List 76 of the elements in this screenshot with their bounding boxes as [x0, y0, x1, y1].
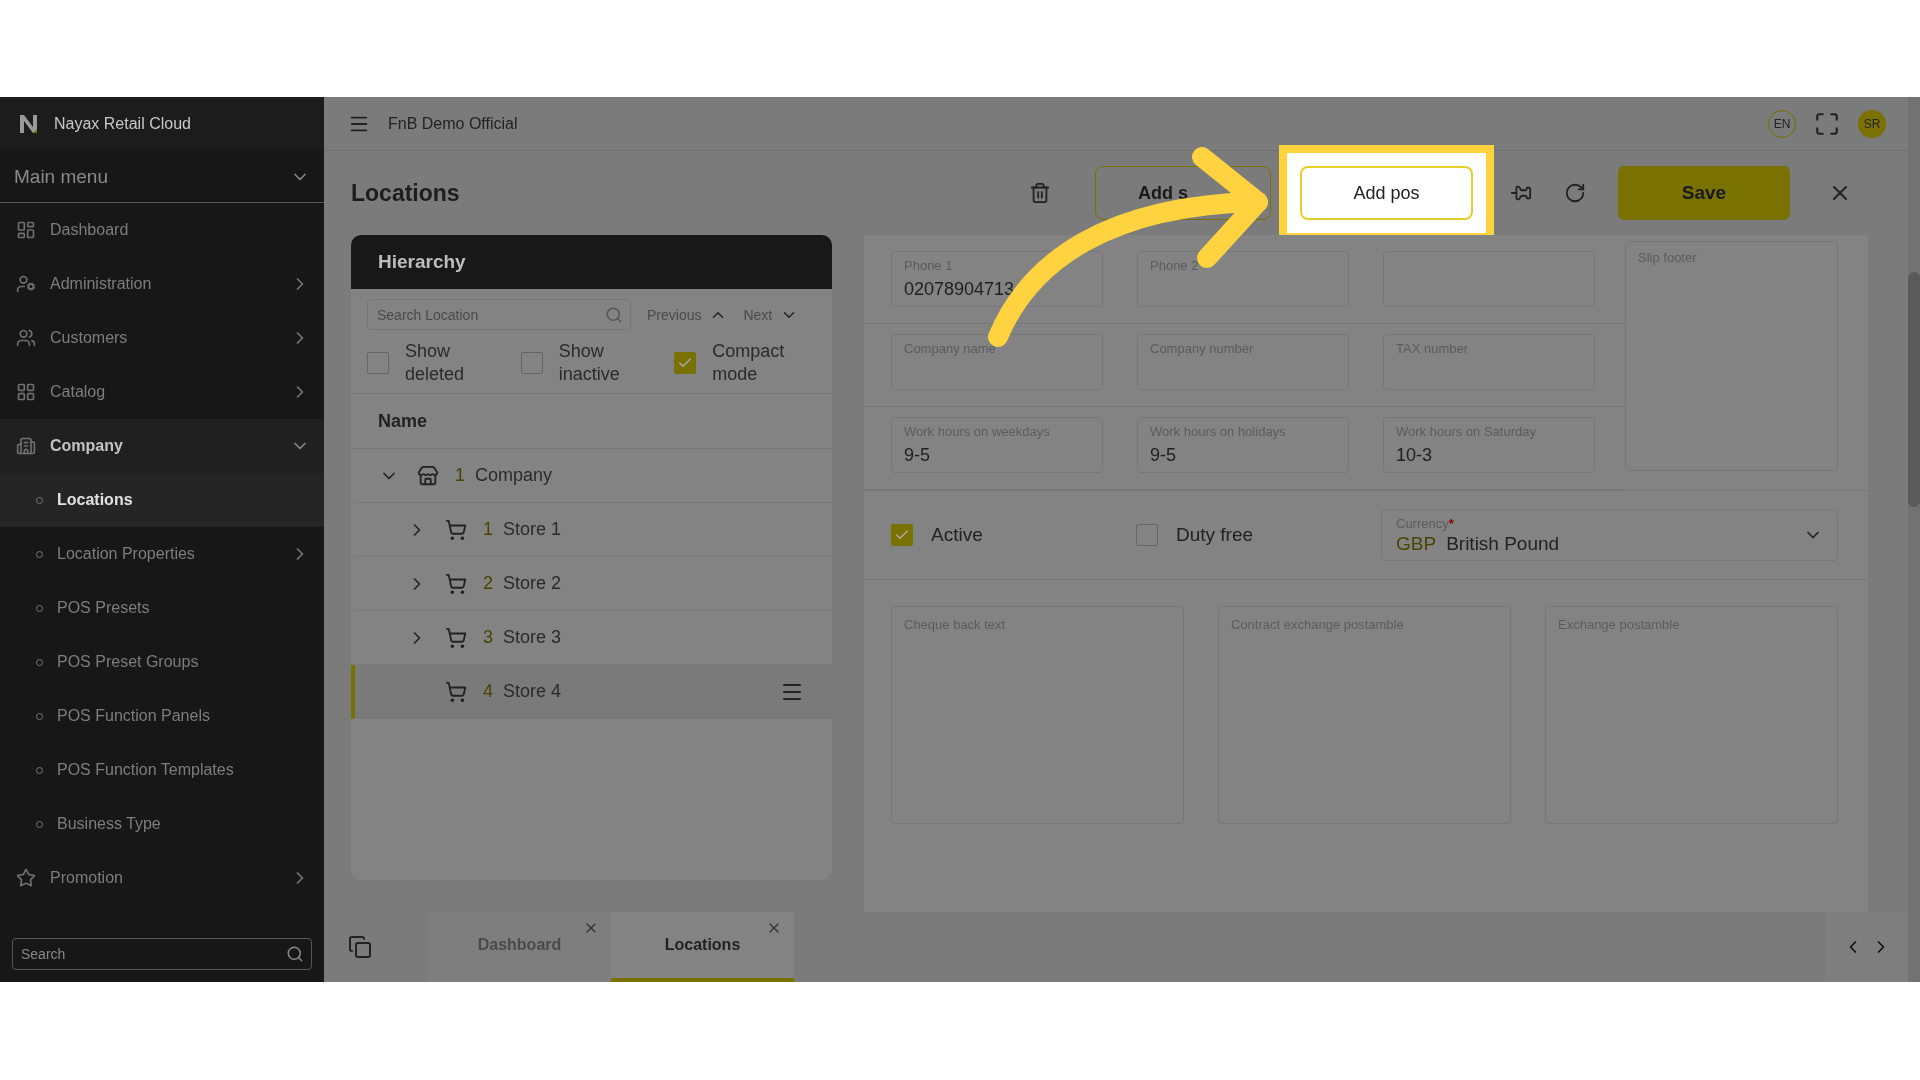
sidebar-item[interactable]: Company [0, 419, 324, 473]
tree-label: 2 Store 2 [483, 573, 563, 594]
gear-person-icon [16, 274, 36, 294]
tree-label: 4 Store 4 [483, 681, 563, 702]
sidebar-item[interactable]: Customers [0, 311, 324, 365]
sidebar-item[interactable]: POS Preset Groups [0, 635, 324, 689]
panel-title: Hierarchy [351, 235, 832, 289]
tree-row[interactable]: 4 Store 4 [351, 665, 832, 719]
star-icon [16, 868, 36, 888]
cart-icon [445, 626, 467, 649]
sidebar-item[interactable]: POS Presets [0, 581, 324, 635]
checkbox[interactable] [1136, 524, 1158, 546]
cart-icon [445, 572, 467, 595]
sidebar-label: Administration [50, 275, 153, 293]
tree-row[interactable]: 2 Store 2 [351, 557, 832, 611]
checkbox[interactable] [367, 351, 389, 374]
sidebar-item[interactable]: Location Properties [0, 527, 324, 581]
option-label: Show inactive [558, 340, 621, 385]
sidebar-item[interactable]: Dashboard [0, 203, 324, 257]
building-icon [16, 436, 36, 456]
sidebar-item[interactable]: POS Function Templates [0, 743, 324, 797]
users-icon [16, 328, 36, 348]
column-header: Name [351, 394, 832, 449]
page-title: Locations [351, 179, 461, 207]
option-label: Show deleted [405, 340, 466, 385]
sidebar-label: POS Function Panels [57, 707, 211, 725]
checkbox[interactable] [674, 351, 697, 374]
tree-row[interactable]: 1 Store 1 [351, 503, 832, 557]
add-pos-button[interactable]: Add pos [1300, 166, 1473, 220]
sidebar-item[interactable]: Promotion [0, 851, 324, 905]
tree-label: 1 Store 1 [483, 519, 563, 540]
sidebar-item[interactable]: Administration [0, 257, 324, 311]
fullscreen-icon[interactable] [1814, 110, 1840, 137]
location-search-field[interactable]: Search Location [367, 299, 631, 330]
cart-icon [445, 518, 467, 541]
tree-label: 3 Store 3 [483, 627, 563, 648]
tree-row[interactable]: 1 Company [351, 449, 832, 503]
sidebar-label: Dashboard [50, 221, 130, 239]
windows-icon[interactable] [348, 935, 372, 959]
scrollbar-thumb[interactable] [1908, 272, 1920, 507]
sidebar-item[interactable]: Catalog [0, 365, 324, 419]
main-menu-label[interactable]: Main menu [14, 165, 108, 188]
sidebar-label: POS Presets [57, 599, 151, 617]
sidebar-label: Company [50, 437, 124, 455]
sidebar-label: Customers [50, 329, 129, 347]
sidebar-label: Locations [57, 491, 134, 509]
checkbox-label: Active [931, 524, 983, 546]
save-button[interactable]: Save [1618, 166, 1790, 220]
checkbox-label: Duty free [1176, 524, 1254, 546]
storefront-icon [417, 464, 439, 487]
sidebar-label: POS Preset Groups [57, 653, 200, 671]
sidebar-item[interactable]: Business Type [0, 797, 324, 851]
sidebar-search-field[interactable]: Search [12, 938, 312, 970]
sidebar-label: Business Type [57, 815, 162, 833]
next-link[interactable]: Next [743, 305, 799, 324]
user-avatar[interactable]: SR [1858, 109, 1886, 138]
tab[interactable]: Locations [611, 912, 794, 982]
brand-name: Nayax Retail Cloud [54, 115, 191, 133]
sidebar-label: POS Function Templates [57, 761, 235, 779]
dashboard-icon [16, 220, 36, 240]
previous-link[interactable]: Previous [647, 305, 728, 324]
sidebar-item[interactable]: POS Function Panels [0, 689, 324, 743]
sidebar-label: Catalog [50, 383, 107, 401]
checkbox[interactable] [520, 351, 543, 374]
search-icon[interactable] [286, 945, 304, 963]
add-store-button[interactable]: Add s [1095, 166, 1271, 220]
sidebar-item[interactable]: Locations [0, 473, 324, 527]
tree-label: 1 Company [455, 465, 554, 486]
sidebar-label: Location Properties [57, 545, 196, 563]
cart-icon [445, 680, 467, 703]
option-label: Compact mode [712, 340, 786, 385]
checkbox[interactable] [891, 524, 913, 546]
grid-icon [16, 382, 36, 402]
sidebar-label: Promotion [50, 869, 124, 887]
logo-icon [18, 113, 40, 135]
workspace-name: FnB Demo Official [388, 114, 519, 133]
